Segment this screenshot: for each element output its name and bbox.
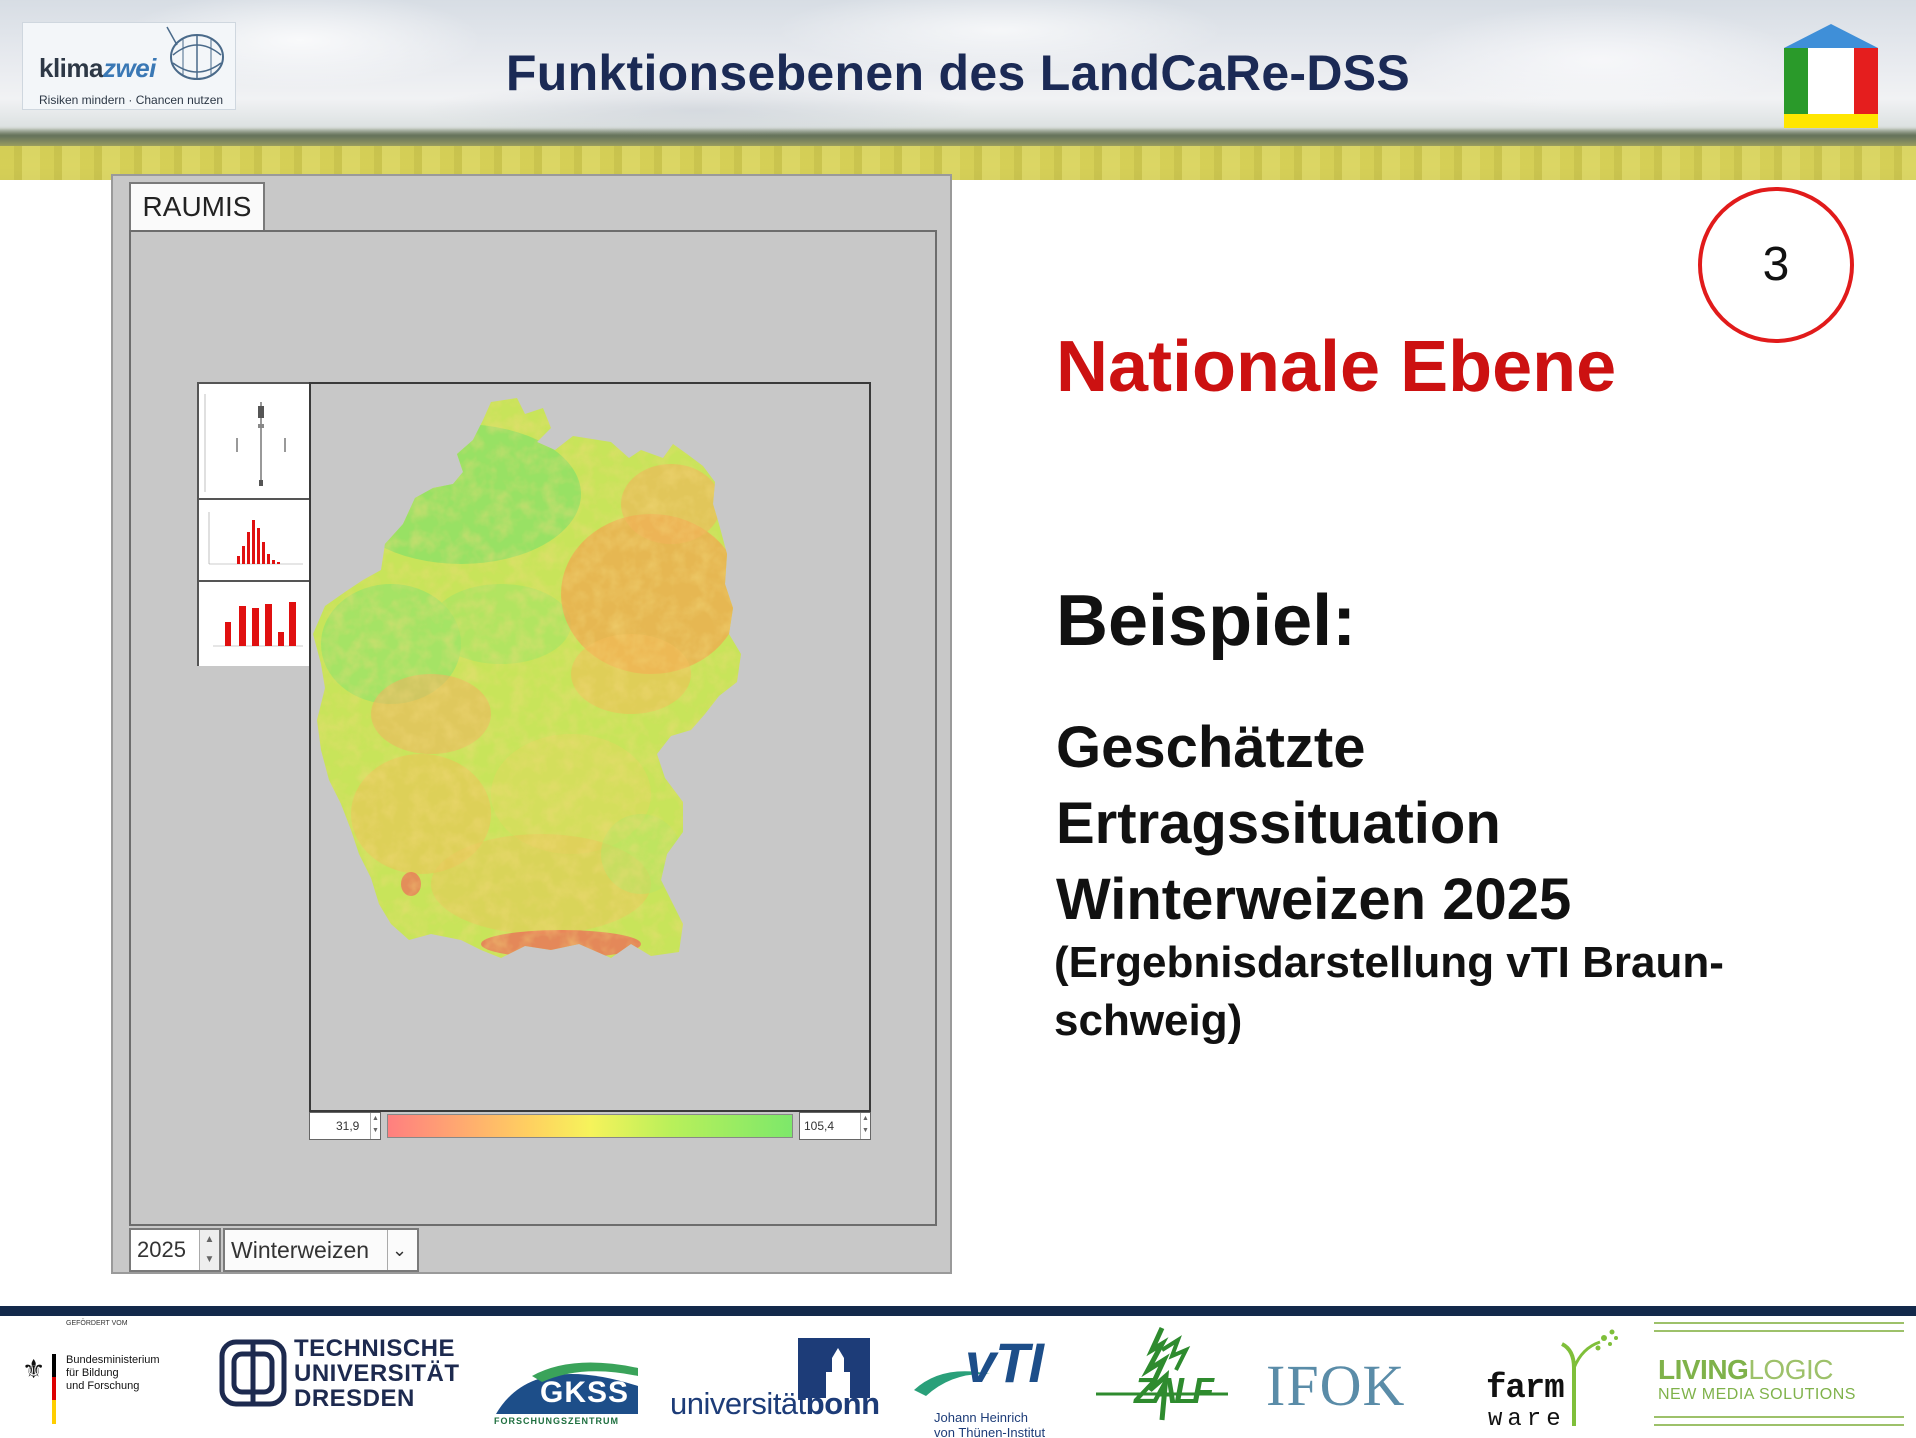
bmbf-name: Bundesministerium für Bildung und Forsch… xyxy=(66,1354,160,1393)
bmbf-name-line: und Forschung xyxy=(66,1380,140,1392)
livinglogic-rule xyxy=(1654,1322,1904,1332)
house-icon xyxy=(1784,24,1878,128)
boxplot-graphic xyxy=(204,394,286,492)
livinglogic-logo: LIVINGLOGIC NEW MEDIA SOLUTIONS xyxy=(1654,1316,1904,1430)
zalf-logo: ZALF xyxy=(1092,1320,1232,1430)
vti-sub-line: von Thünen-Institut xyxy=(934,1425,1046,1438)
vti-name: vTI xyxy=(965,1331,1044,1394)
tud-name: TECHNISCHE UNIVERSITÄT DRESDEN xyxy=(294,1336,460,1411)
livinglogic-rule xyxy=(1654,1416,1904,1426)
gkss-logo: GKSS FORSCHUNGSZENTRUM xyxy=(492,1346,640,1426)
spin-icon[interactable]: ▲ ▼ xyxy=(860,1113,870,1139)
sprout-icon xyxy=(1560,1329,1618,1426)
bar-graphic xyxy=(213,602,303,647)
tud-name-line: DRESDEN xyxy=(294,1385,415,1412)
germany-yield-map xyxy=(313,398,741,958)
tud-name-line: UNIVERSITÄT xyxy=(294,1360,460,1387)
legend-min-value: 31,9 xyxy=(336,1119,360,1133)
zalf-name: ZALF xyxy=(1134,1370,1214,1411)
histogram-chart xyxy=(199,502,309,582)
example-source-line: (Ergebnisdarstellung vTI Braun- xyxy=(1054,938,1724,987)
slide-header: klimazwei Risiken mindern · Chancen nutz… xyxy=(0,0,1916,180)
example-description: Geschätzte Ertragssituation Winterweizen… xyxy=(1056,710,1876,938)
tud-name-line: TECHNISCHE xyxy=(294,1335,456,1362)
tu-dresden-logo: TECHNISCHE UNIVERSITÄT DRESDEN xyxy=(216,1328,466,1424)
farmware-logo: farm ware xyxy=(1484,1328,1624,1433)
tud-emblem-icon xyxy=(219,1339,287,1407)
legend-gradient xyxy=(387,1114,793,1138)
bmbf-name-line: Bundesministerium xyxy=(66,1354,160,1366)
livinglogic-name: LIVINGLOGIC xyxy=(1658,1354,1833,1385)
page-title: Funktionsebenen des LandCaRe-DSS xyxy=(505,45,1411,101)
vti-sub: Johann Heinrich von Thünen-Institut xyxy=(934,1410,1045,1438)
raumis-app-window: RAUMIS 31,9 ▲ ▼ 105,4 ▲ ▼ 2025 ▲ ▼ Winte… xyxy=(111,174,952,1274)
year-spinbox[interactable]: 2025 ▲ ▼ xyxy=(129,1228,221,1272)
bar-chart xyxy=(199,584,309,666)
german-flag-stripe xyxy=(52,1354,56,1424)
bmbf-logo: GEFÖRDERT VOM ⚜ Bundesministerium für Bi… xyxy=(14,1320,184,1430)
crop-select[interactable]: Winterweizen ⌄ xyxy=(223,1228,419,1272)
chevron-down-icon[interactable]: ⌄ xyxy=(387,1230,411,1270)
crop-value: Winterweizen xyxy=(231,1237,370,1263)
level-title: Nationale Ebene xyxy=(1056,327,1617,407)
example-source-line: schweig) xyxy=(1054,996,1243,1045)
vti-logo: vTI Johann Heinrich von Thünen-Institut xyxy=(910,1330,1070,1438)
header-treeline xyxy=(0,128,1916,146)
yield-map[interactable] xyxy=(309,382,871,1112)
level-badge: 3 xyxy=(1698,187,1854,343)
uni-bonn-logo: universitätbonn xyxy=(670,1338,880,1428)
legend-min-input[interactable]: 31,9 ▲ ▼ xyxy=(309,1112,381,1140)
farm-text: farm xyxy=(1486,1370,1565,1408)
bmbf-funded-label: GEFÖRDERT VOM xyxy=(66,1320,128,1327)
bonn-name: universitätbonn xyxy=(670,1386,880,1421)
vti-sub-line: Johann Heinrich xyxy=(934,1410,1028,1425)
spin-icon[interactable]: ▲ ▼ xyxy=(370,1113,380,1139)
eagle-icon: ⚜ xyxy=(22,1354,46,1384)
legend-max-value: 105,4 xyxy=(804,1119,835,1133)
ifok-logo: IFOK xyxy=(1266,1353,1406,1418)
boxplot-chart xyxy=(199,384,309,500)
livinglogic-sub: NEW MEDIA SOLUTIONS xyxy=(1658,1386,1856,1403)
mini-chart-panel xyxy=(197,382,311,666)
color-legend: 31,9 ▲ ▼ 105,4 ▲ ▼ xyxy=(309,1112,871,1140)
example-desc-line: Winterweizen 2025 xyxy=(1056,867,1572,932)
gkss-sub: FORSCHUNGSZENTRUM xyxy=(494,1416,619,1426)
year-value: 2025 xyxy=(137,1237,186,1262)
gkss-name: GKSS xyxy=(540,1376,630,1409)
year-stepper-icon[interactable]: ▲ ▼ xyxy=(199,1230,219,1270)
example-desc-line: Ertragssituation xyxy=(1056,791,1501,856)
footer-rule xyxy=(0,1306,1916,1316)
tab-raumis[interactable]: RAUMIS xyxy=(129,182,265,232)
example-source: (Ergebnisdarstellung vTI Braun- schweig) xyxy=(1054,934,1874,1050)
sponsor-logos: GEFÖRDERT VOM ⚜ Bundesministerium für Bi… xyxy=(0,1316,1916,1438)
example-desc-line: Geschätzte xyxy=(1056,715,1366,780)
bmbf-name-line: für Bildung xyxy=(66,1367,119,1379)
example-label: Beispiel: xyxy=(1056,581,1357,661)
histogram-graphic xyxy=(208,512,303,565)
legend-max-input[interactable]: 105,4 ▲ ▼ xyxy=(799,1112,871,1140)
